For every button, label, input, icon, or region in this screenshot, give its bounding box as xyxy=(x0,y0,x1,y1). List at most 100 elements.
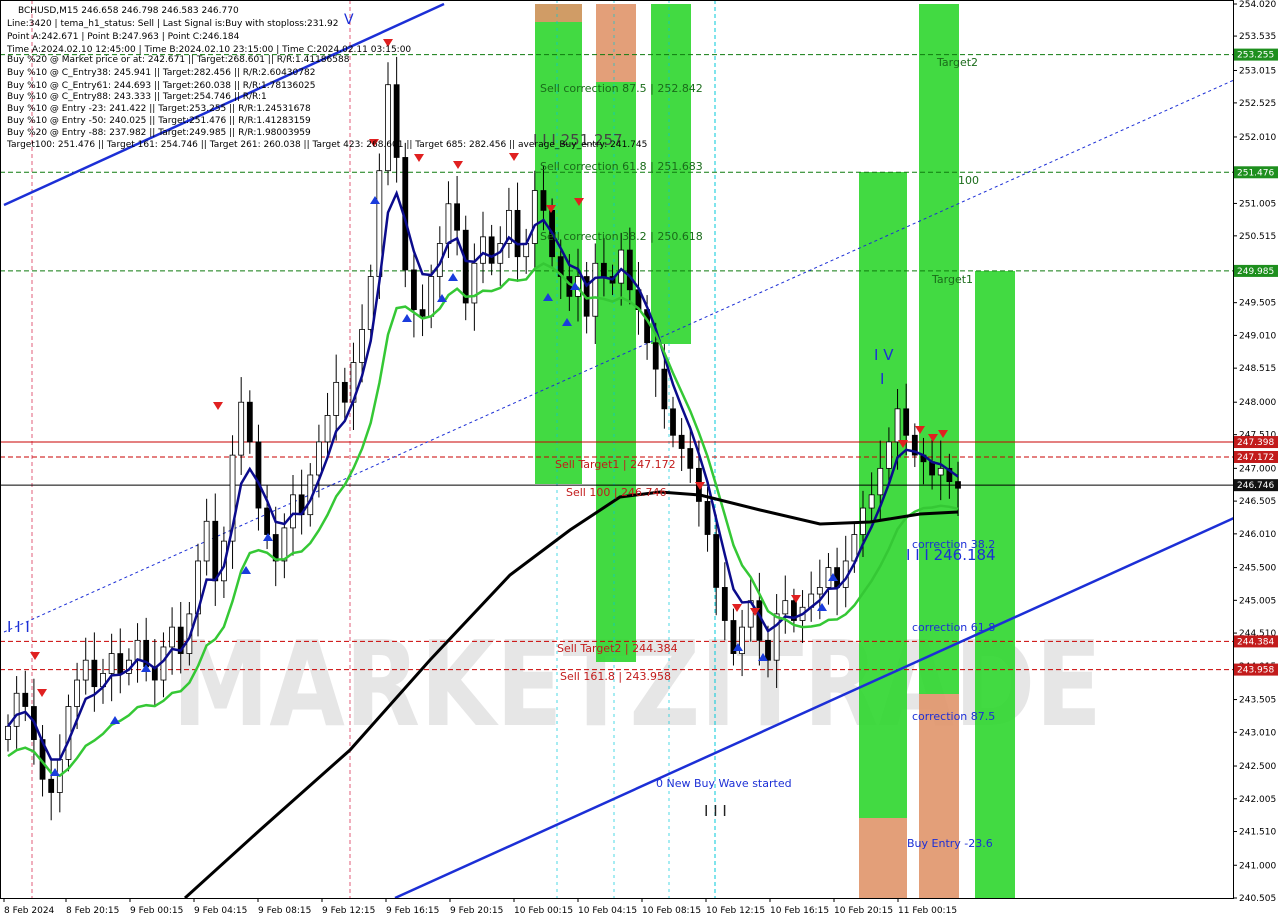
candle-body xyxy=(488,236,495,264)
lines-layer xyxy=(6,189,959,900)
correction-875-label: correction 87.5 xyxy=(912,710,995,723)
y-tick-label: 245.500 xyxy=(1239,564,1276,574)
wave-i-label: I xyxy=(880,370,884,388)
buy-arrow-1 xyxy=(110,716,120,724)
y-tick-label: 241.510 xyxy=(1239,828,1276,838)
candle-body xyxy=(169,626,175,648)
candle-body xyxy=(341,381,348,403)
candle-body xyxy=(592,262,599,317)
candle-body xyxy=(480,236,486,264)
y-tick-label: 250.515 xyxy=(1239,232,1276,242)
y-tick-label: 246.505 xyxy=(1239,497,1276,507)
y-tick-label: 254.020 xyxy=(1239,0,1276,10)
y-tick-label: 242.500 xyxy=(1239,762,1276,772)
x-tick-label: 9 Feb 08:15 xyxy=(258,906,311,916)
y-tick-label: 248.515 xyxy=(1239,364,1276,374)
candle-body xyxy=(687,448,694,469)
sell-1618-label: Sell 161.8 | 243.958 xyxy=(560,670,671,683)
candle-body xyxy=(65,706,72,760)
x-tick-label: 10 Feb 12:15 xyxy=(706,906,765,916)
y-tick-label: 246.010 xyxy=(1239,530,1276,540)
info-line-times: Time A:2024.02.10 12:45:00 | Time B:2024… xyxy=(6,45,411,55)
candle-body xyxy=(108,653,115,674)
price-tag-label: 247.398 xyxy=(1237,438,1274,448)
candle-body xyxy=(13,692,20,727)
target2-label: Target2 xyxy=(936,56,978,69)
candle-body xyxy=(877,467,884,496)
y-tick-label: 241.000 xyxy=(1239,861,1276,871)
sell-target1-label: Sell Target1 | 247.172 xyxy=(555,458,676,471)
x-tick-label: 10 Feb 16:15 xyxy=(770,906,829,916)
candle-body xyxy=(868,494,875,509)
watermark: MARKETZITRADE xyxy=(172,615,1102,753)
candle-body xyxy=(678,434,685,449)
candle-body xyxy=(566,276,573,297)
candle-body xyxy=(48,778,55,793)
y-tick-label: 248.000 xyxy=(1239,398,1276,408)
time-axis: 8 Feb 2024 8 Feb 20:15 9 Feb 00:15 9 Feb 04… xyxy=(0,898,1233,920)
info-line-status: Line:3420 | tema_h1_status: Sell | Last … xyxy=(7,19,338,29)
price-tag-label: 243.958 xyxy=(1237,666,1274,676)
x-tick-label: 9 Feb 04:15 xyxy=(194,906,247,916)
sell-correction-875-label: Sell correction 87.5 | 252.842 xyxy=(540,82,703,95)
price-tag-label: 246.746 xyxy=(1237,481,1274,491)
candle-body xyxy=(74,679,80,707)
candle-body xyxy=(385,84,391,172)
candle-body xyxy=(514,209,521,258)
wave-left-label: I I I xyxy=(7,618,30,636)
y-tick-label: 247.000 xyxy=(1239,464,1276,474)
candle-body xyxy=(5,725,11,740)
candle-body xyxy=(428,276,435,317)
info-line-entry38: Buy %10 @ C_Entry38: 245.941 || Target:2… xyxy=(7,68,315,78)
new-buy-wave-label: 0 New Buy Wave started xyxy=(656,777,792,790)
sell-arrow-1 xyxy=(37,689,47,697)
candle-body xyxy=(955,481,961,489)
info-line-buy-market: Buy %20 @ Market price or at: 242.671 ||… xyxy=(7,55,350,65)
wave-v-label: V xyxy=(344,12,354,28)
sell-arrow-6 xyxy=(453,161,463,169)
target1-label: Target1 xyxy=(931,273,973,286)
candle-body xyxy=(894,408,901,443)
info-line-entry-50: Buy %10 @ Entry -50: 240.025 || Target:2… xyxy=(7,116,311,126)
candle-body xyxy=(454,203,460,231)
y-tick-label: 245.005 xyxy=(1239,596,1276,606)
sell-target2-label: Sell Target2 | 244.384 xyxy=(557,642,678,655)
candle-body xyxy=(816,587,823,595)
y-tick-label: 252.010 xyxy=(1239,133,1276,143)
candle-body xyxy=(661,368,668,410)
price-tag-label: 247.172 xyxy=(1237,453,1274,463)
y-tick-label: 252.525 xyxy=(1239,99,1276,109)
chart-svg: MARKETZITRADE Sell correction 87.5 | 252… xyxy=(0,0,1280,920)
candle-body xyxy=(246,401,253,443)
y-tick-label: 253.535 xyxy=(1239,32,1276,42)
candle-body xyxy=(359,329,365,363)
zone-green-9 xyxy=(975,271,1015,898)
info-line-entry-23: Buy %10 @ Entry -23: 241.422 || Target:2… xyxy=(7,104,311,114)
y-tick-label: 251.005 xyxy=(1239,199,1276,209)
wave-iii-bottom-label: I I I xyxy=(704,802,727,820)
info-line-entry88: Buy %10 @ C_Entry88: 243.333 || Target:2… xyxy=(7,92,267,102)
x-tick-label: 9 Feb 20:15 xyxy=(450,906,503,916)
candle-body xyxy=(462,229,469,304)
zone-orange-6 xyxy=(859,818,907,898)
candle-body xyxy=(773,613,780,661)
buy-arrow-6 xyxy=(402,314,412,322)
candle-body xyxy=(212,520,219,582)
candle-body xyxy=(937,467,944,476)
sell-correction-618-label: Sell correction 61.8 | 251.683 xyxy=(540,160,703,173)
y-tick-label: 243.010 xyxy=(1239,728,1276,738)
y-tick-label: 253.015 xyxy=(1239,66,1276,76)
candle-body xyxy=(670,408,676,436)
x-tick-label: 10 Feb 00:15 xyxy=(514,906,573,916)
candle-body xyxy=(419,309,426,317)
price-tag-label: 253.255 xyxy=(1237,51,1274,61)
zone-orange-2 xyxy=(596,4,636,82)
y-tick-label: 249.505 xyxy=(1239,299,1276,309)
x-tick-label: 9 Feb 16:15 xyxy=(386,906,439,916)
sell-arrow-5 xyxy=(414,154,424,162)
candle-body xyxy=(782,600,789,615)
buy-arrow-14 xyxy=(817,603,827,611)
x-tick-label: 8 Feb 2024 xyxy=(4,906,55,916)
x-tick-label: 9 Feb 00:15 xyxy=(130,906,183,916)
price-tag-label: 244.384 xyxy=(1237,637,1274,647)
